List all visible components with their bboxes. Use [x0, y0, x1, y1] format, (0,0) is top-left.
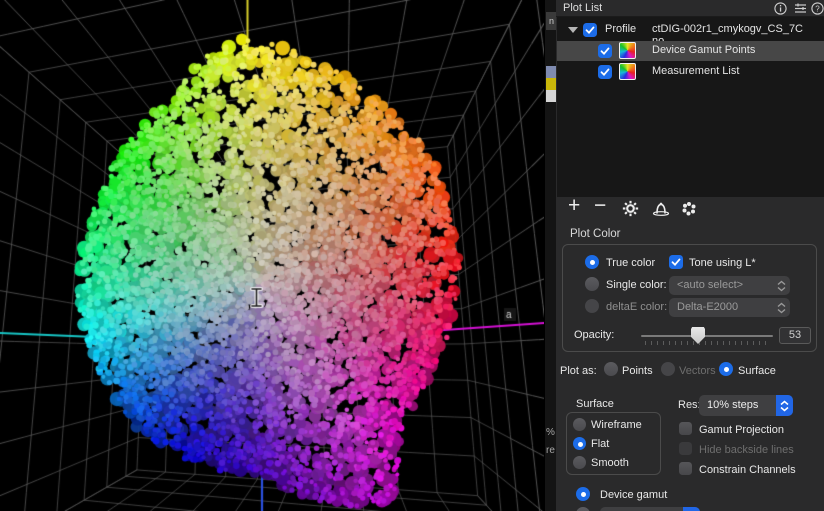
plot-as-points-label: Points [622, 365, 653, 377]
constrain-channels-checkbox[interactable] [679, 462, 692, 475]
opacity-value-field[interactable]: 53 [779, 327, 811, 344]
plot-as-vectors-radio[interactable] [661, 362, 675, 376]
surface-section-label: Surface [576, 398, 614, 410]
color-wheel-icon [619, 63, 636, 80]
panel-title: Plot List [563, 2, 602, 14]
dropdown-stepper-icon [683, 507, 700, 511]
profile-checkbox[interactable] [583, 23, 597, 37]
app-window: n % re Plot List ? Profi [0, 0, 824, 511]
svg-text:?: ? [815, 4, 820, 13]
opacity-slider-ticks [645, 341, 771, 345]
plot-list: Profile ctDIG-002r1_cmykogv_CS_7C no... … [557, 17, 824, 197]
plot-color-section-label: Plot Color [570, 228, 621, 240]
colors-cluster-icon[interactable] [680, 200, 698, 217]
single-color-radio[interactable] [585, 277, 599, 291]
smooth-radio[interactable] [573, 456, 586, 469]
wireframe-radio[interactable] [573, 418, 586, 431]
clipped-dropdown[interactable] [600, 507, 700, 511]
plot-list-row-device-gamut[interactable]: Device Gamut Points [557, 41, 824, 61]
wireframe-label: Wireframe [591, 419, 642, 431]
row-label: Measurement List [652, 65, 739, 77]
panel-header: Plot List ? [556, 0, 824, 17]
device-gamut-label: Device gamut [600, 489, 667, 501]
true-color-label: True color [606, 257, 655, 269]
plot-as-label: Plot as: [560, 365, 597, 377]
smooth-label: Smooth [591, 457, 629, 469]
plot-list-row-measurement[interactable]: Measurement List [557, 62, 824, 82]
dropdown-stepper-icon [773, 276, 790, 295]
true-color-radio[interactable] [585, 255, 599, 269]
hide-backside-label: Hide backside lines [699, 444, 794, 456]
surface-mode-group: Wireframe Flat Smooth [566, 412, 661, 475]
dropdown-stepper-icon [773, 298, 790, 317]
opacity-label: Opacity: [574, 329, 614, 341]
clipped-radio[interactable] [576, 507, 590, 511]
plot-as-points-radio[interactable] [604, 362, 618, 376]
window-edge-strip: n % re [544, 0, 556, 511]
deltae-color-radio[interactable] [585, 299, 599, 313]
measure-device-icon[interactable] [652, 200, 670, 217]
plot-color-group: True color Tone using L* Single color: <… [562, 244, 817, 352]
deltae-value: Delta-E2000 [677, 301, 738, 313]
add-button[interactable]: + [568, 196, 580, 216]
deltae-dropdown[interactable]: Delta-E2000 [669, 298, 790, 317]
dropdown-stepper-icon [776, 395, 793, 416]
tone-using-l-label: Tone using L* [689, 257, 756, 269]
color-wheel-icon [619, 42, 636, 59]
gamut-3d-viewport[interactable] [0, 0, 544, 511]
constrain-channels-label: Constrain Channels [699, 464, 796, 476]
res-dropdown[interactable]: 10% steps [699, 395, 793, 416]
clipped-text-fragment: % [546, 427, 556, 441]
single-color-value: <auto select> [677, 279, 743, 291]
info-icon[interactable] [774, 2, 787, 15]
device-gamut-radio[interactable] [576, 487, 590, 501]
gamut-projection-checkbox[interactable] [679, 422, 692, 435]
disclosure-triangle-icon[interactable] [568, 27, 578, 33]
tone-using-l-checkbox[interactable] [669, 255, 683, 269]
res-value: 10% steps [707, 399, 758, 411]
list-options-icon[interactable] [794, 2, 807, 15]
measurement-checkbox[interactable] [598, 65, 612, 79]
row-label: Device Gamut Points [652, 44, 755, 56]
clipped-text-fragment: n [546, 12, 556, 30]
single-color-label: Single color: [606, 279, 667, 291]
clipped-text-fragment: re [546, 445, 556, 459]
clipped-color-swatch [546, 66, 556, 102]
device-gamut-checkbox[interactable] [598, 44, 612, 58]
help-icon[interactable]: ? [811, 2, 824, 15]
plot-as-surface-label: Surface [738, 365, 776, 377]
res-label: Res: [678, 399, 701, 411]
flat-label: Flat [591, 438, 609, 450]
flat-radio[interactable] [573, 437, 586, 450]
list-toolbar: + − [556, 197, 824, 225]
profile-label: Profile [605, 23, 636, 35]
hide-backside-checkbox[interactable] [679, 442, 692, 455]
deltae-color-label: deltaE color: [606, 301, 667, 313]
gamut-projection-label: Gamut Projection [699, 424, 784, 436]
plot-list-row-profile[interactable]: Profile ctDIG-002r1_cmykogv_CS_7C no... [557, 20, 824, 40]
plot-list-panel: Plot List ? Profile ctDIG-002r1_cmykogv_… [556, 0, 824, 511]
single-color-dropdown[interactable]: <auto select> [669, 276, 790, 295]
settings-gear-icon[interactable] [622, 200, 639, 217]
remove-button[interactable]: − [594, 196, 606, 216]
plot-as-vectors-label: Vectors [679, 365, 716, 377]
plot-as-surface-radio[interactable] [719, 362, 733, 376]
opacity-slider-track[interactable] [641, 335, 773, 337]
